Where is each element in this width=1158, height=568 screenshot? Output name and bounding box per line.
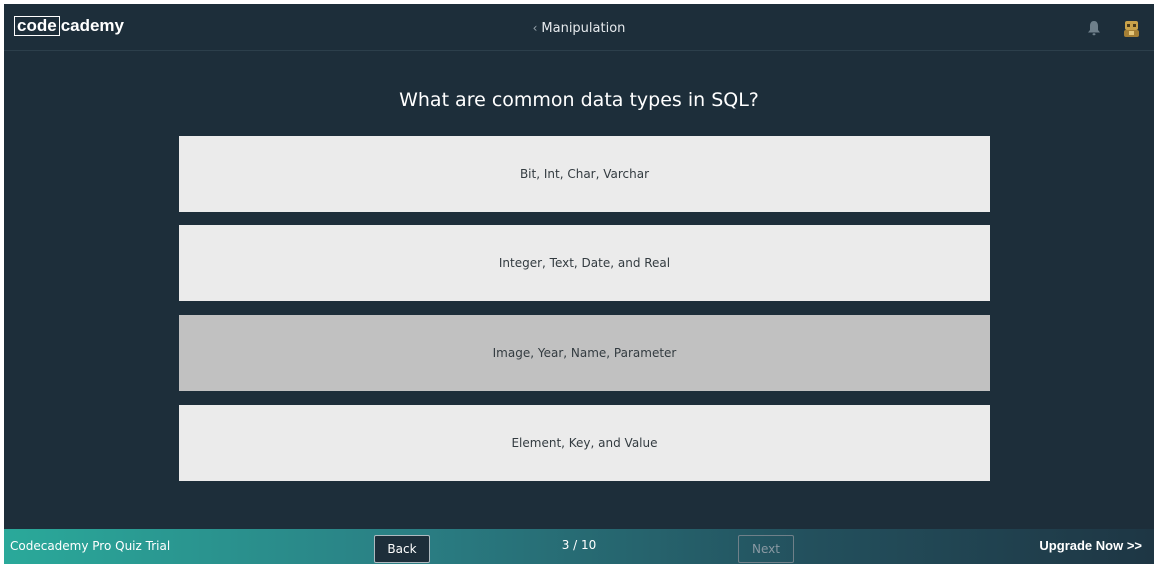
answer-option-label: Image, Year, Name, Parameter xyxy=(492,346,677,360)
answer-option-label: Integer, Text, Date, and Real xyxy=(498,256,671,270)
top-navigation-bar: code cademy ‹ Manipulation xyxy=(4,4,1154,51)
quiz-footer-bar: Codecademy Pro Quiz Trial Back 3 / 10 Ne… xyxy=(4,529,1154,564)
breadcrumb[interactable]: ‹ Manipulation xyxy=(4,19,1154,38)
breadcrumb-label: Manipulation xyxy=(541,21,626,36)
next-button[interactable]: Next xyxy=(738,535,794,563)
answer-option-1[interactable]: Bit, Int, Char, Varchar xyxy=(179,136,990,212)
answer-option-3[interactable]: Image, Year, Name, Parameter xyxy=(179,315,990,391)
back-button[interactable]: Back xyxy=(374,535,430,563)
chevron-left-icon: ‹ xyxy=(532,21,538,35)
app-frame: code cademy ‹ Manipulation What are commo… xyxy=(4,4,1154,564)
answer-option-2[interactable]: Integer, Text, Date, and Real xyxy=(179,225,990,301)
user-avatar-icon[interactable] xyxy=(1121,18,1142,39)
quiz-question: What are common data types in SQL? xyxy=(399,89,759,111)
answer-option-4[interactable]: Element, Key, and Value xyxy=(179,405,990,481)
answer-option-label: Element, Key, and Value xyxy=(511,436,658,450)
answer-option-label: Bit, Int, Char, Varchar xyxy=(519,167,650,181)
quiz-progress: 3 / 10 xyxy=(561,538,597,552)
upgrade-now-link[interactable]: Upgrade Now >> xyxy=(1039,538,1142,553)
bell-icon[interactable] xyxy=(1087,20,1101,36)
trial-label: Codecademy Pro Quiz Trial xyxy=(10,539,171,553)
